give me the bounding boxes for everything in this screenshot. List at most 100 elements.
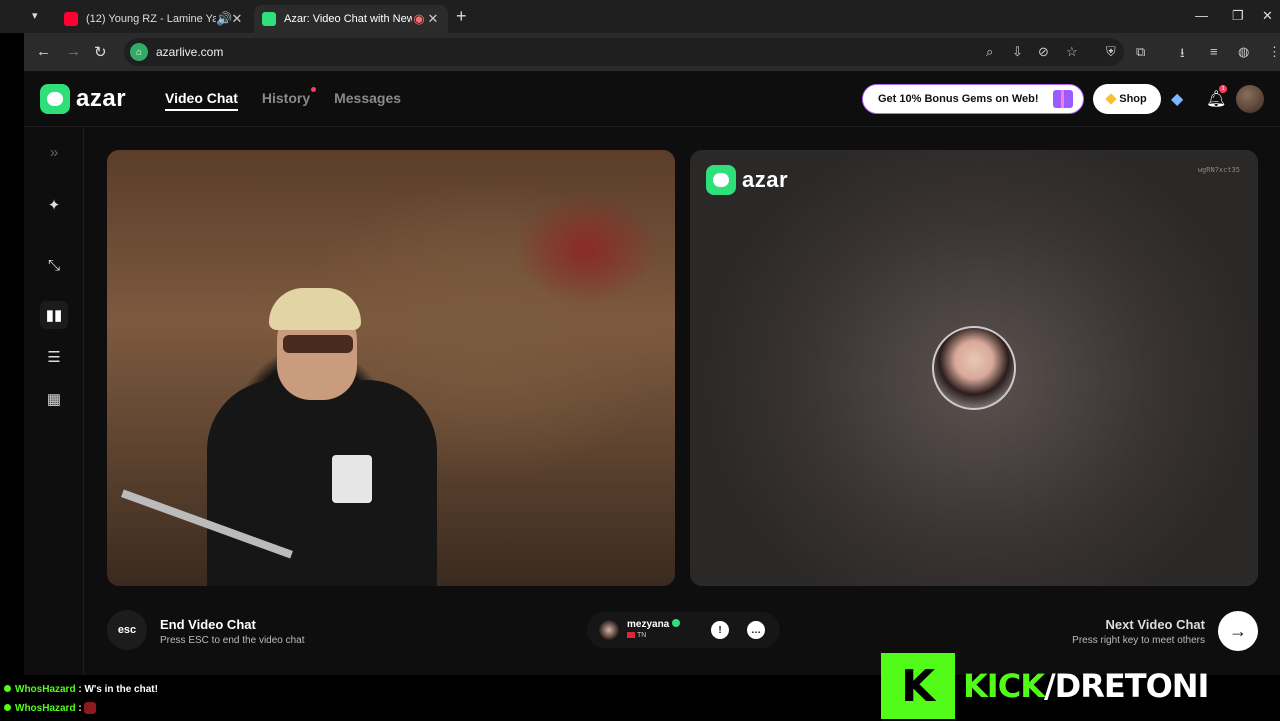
speaker-icon[interactable]: 🔊 — [216, 11, 232, 27]
site-info-icon[interactable]: ⌂ — [130, 43, 148, 61]
video-subject-body — [207, 380, 437, 586]
chat-text: : W's in the chat! — [78, 684, 158, 695]
end-chat-button[interactable]: esc — [107, 610, 147, 650]
chat-bubble-icon[interactable]: … — [747, 621, 765, 639]
chat-message: WhosHazard : — [4, 702, 158, 721]
azar-favicon-icon — [262, 12, 276, 26]
tab-title: (12) Young RZ - Lamine Yam — [86, 13, 216, 25]
tab-search-chevron-icon[interactable]: ▾ — [32, 9, 38, 22]
shop-label: Shop — [1119, 93, 1147, 105]
extensions-puzzle-icon[interactable]: ⧉ — [1136, 44, 1145, 60]
peer-info-bar: mezyana TN ! … — [587, 612, 780, 648]
chat-badge-icon — [4, 704, 11, 711]
kick-logo-icon: K — [881, 653, 955, 719]
zoom-icon[interactable]: ⌕ — [986, 44, 993, 60]
layout-side-by-side-icon[interactable]: ▮▮ — [40, 301, 68, 329]
shop-button[interactable]: Shop — [1093, 84, 1161, 114]
reload-icon[interactable]: ↻ — [94, 43, 107, 61]
chat-badge-icon — [4, 685, 11, 692]
close-icon[interactable]: ✕ — [426, 11, 440, 27]
next-chat-hint: Press right key to meet others — [1072, 635, 1205, 646]
video-subject-patch — [332, 455, 372, 503]
kick-branding: K KICK/DRETONI — [881, 653, 1209, 719]
chat-message: WhosHazard : W's in the chat! — [4, 683, 158, 702]
watermark-text: azar — [742, 167, 789, 192]
remote-video: azar wgRN7xct35 — [690, 150, 1258, 586]
promo-label: Get 10% Bonus Gems on Web! — [878, 93, 1039, 105]
peer-avatar — [932, 326, 1016, 410]
local-video — [107, 150, 675, 586]
chat-text: : — [78, 703, 82, 714]
nav-video-chat[interactable]: Video Chat — [165, 90, 238, 111]
youtube-icon — [64, 12, 78, 26]
user-avatar[interactable] — [1236, 85, 1264, 113]
gift-icon — [1053, 90, 1073, 108]
restore-icon[interactable]: ❐ — [1232, 8, 1244, 24]
back-arrow-icon[interactable]: ← — [36, 43, 51, 60]
nav-history-label: History — [261, 90, 311, 106]
chat-username: WhosHazard — [15, 703, 76, 714]
sidebar: » ✦ ⤡ ▮▮ ☰ ▦ — [24, 128, 84, 675]
peer-country: TN — [627, 632, 646, 639]
kick-prefix: KICK — [963, 667, 1045, 705]
kick-channel-name: /DRETONI — [1043, 667, 1209, 705]
video-subject-glasses — [283, 335, 353, 353]
next-chat-title: Next Video Chat — [1105, 617, 1205, 632]
menu-kebab-icon[interactable]: ⋮ — [1268, 44, 1280, 60]
url-text: azarlive.com — [156, 45, 224, 59]
install-app-icon[interactable]: ⇩ — [1012, 44, 1023, 60]
video-subject-hair — [269, 288, 361, 330]
azar-logo[interactable]: azar — [40, 84, 126, 114]
notification-badge: 1 — [1219, 85, 1227, 93]
peer-name-text: mezyana — [627, 619, 670, 630]
session-id: wgRN7xct35 — [1197, 166, 1240, 174]
magic-wand-icon[interactable]: ✦ — [40, 191, 68, 219]
kick-channel: KICK/DRETONI — [963, 667, 1209, 705]
azar-logo-icon — [40, 84, 70, 114]
app-header: azar Video Chat History Messages Get 10%… — [24, 71, 1280, 127]
layout-stacked-icon[interactable]: ☰ — [40, 343, 68, 371]
flag-icon — [627, 632, 635, 639]
gem-wallet-icon[interactable]: ◆ — [1171, 89, 1183, 109]
azar-logo-icon — [706, 165, 736, 195]
window-close-icon[interactable]: ✕ — [1262, 8, 1273, 24]
emote-icon — [84, 702, 97, 715]
azar-app: azar Video Chat History Messages Get 10%… — [24, 71, 1280, 675]
end-chat-hint: Press ESC to end the video chat — [160, 635, 305, 646]
media-controls-icon[interactable]: ≡ — [1210, 44, 1218, 59]
bonus-gems-button[interactable]: Get 10% Bonus Gems on Web! — [862, 84, 1084, 114]
eye-off-icon[interactable]: ⊘ — [1038, 44, 1049, 60]
picture-in-picture-icon[interactable]: ⤡ — [40, 251, 68, 279]
layout-grid-icon[interactable]: ▦ — [40, 385, 68, 413]
profile-icon[interactable]: ◍ — [1238, 44, 1249, 60]
chat-username: WhosHazard — [15, 684, 76, 695]
unread-dot — [311, 87, 317, 92]
tab-youtube[interactable]: (12) Young RZ - Lamine Yam 🔊 ✕ — [56, 5, 252, 33]
shield-extension-icon[interactable]: ⛨ — [1106, 44, 1116, 60]
download-icon[interactable]: ⭳ — [1180, 44, 1185, 66]
browser-toolbar: ← → ↻ ⌂ azarlive.com ⌕ ⇩ ⊘ ☆ ⛨ ⧉ ⭳ ≡ ◍ ⋮ — [24, 33, 1280, 71]
expand-chevrons-icon[interactable]: » — [40, 138, 68, 166]
bookmark-star-icon[interactable]: ☆ — [1066, 44, 1078, 60]
report-shield-icon[interactable]: ! — [711, 621, 729, 639]
video-watermark: azar — [706, 165, 788, 195]
forward-arrow-icon[interactable]: → — [66, 43, 81, 60]
next-chat-arrow-button[interactable]: → — [1218, 611, 1258, 651]
minimize-icon[interactable]: — — [1195, 8, 1208, 23]
country-code: TN — [637, 632, 647, 639]
stream-chat: WhosHazard : W's in the chat! WhosHazard… — [4, 683, 158, 721]
main-nav: Video Chat History Messages — [165, 87, 401, 111]
address-bar[interactable]: ⌂ azarlive.com — [124, 38, 1124, 66]
gem-icon — [1105, 93, 1117, 105]
close-icon[interactable]: ✕ — [230, 11, 244, 27]
logo-text: azar — [76, 85, 127, 112]
peer-mini-avatar[interactable] — [599, 620, 619, 640]
peer-name: mezyana — [627, 619, 681, 630]
tab-azar[interactable]: Azar: Video Chat with New I ◉ ✕ — [254, 5, 448, 33]
end-chat-title: End Video Chat — [160, 617, 256, 632]
nav-messages[interactable]: Messages — [334, 90, 401, 111]
nav-history[interactable]: History — [261, 87, 317, 111]
new-tab-plus-icon[interactable]: + — [456, 6, 467, 27]
tab-title: Azar: Video Chat with New I — [284, 13, 412, 25]
verified-icon — [672, 619, 681, 627]
